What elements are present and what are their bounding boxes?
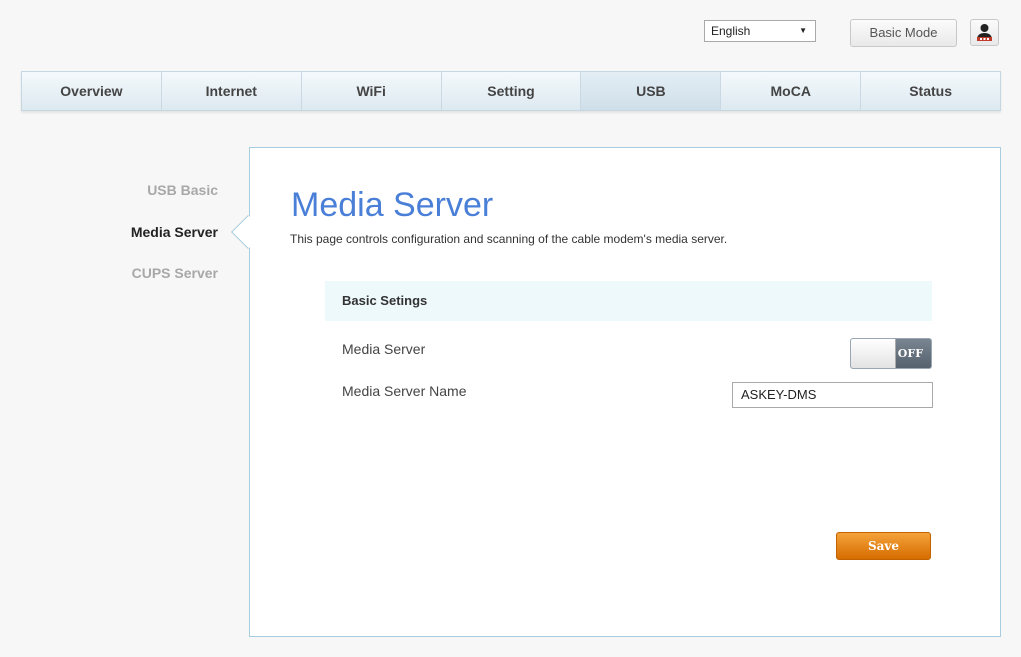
- media-server-label: Media Server: [342, 341, 426, 357]
- language-select[interactable]: English ▼: [704, 20, 816, 42]
- tab-setting[interactable]: Setting: [442, 72, 582, 110]
- user-icon: [977, 24, 992, 41]
- tab-wifi[interactable]: WiFi: [302, 72, 442, 110]
- media-server-name-label: Media Server Name: [342, 383, 467, 399]
- tab-internet[interactable]: Internet: [162, 72, 302, 110]
- tab-status[interactable]: Status: [861, 72, 1000, 110]
- toggle-state: OFF: [897, 347, 923, 360]
- media-server-toggle[interactable]: OFF: [850, 338, 932, 369]
- sidebar-item-usb-basic[interactable]: USB Basic: [147, 182, 218, 198]
- page-description: This page controls configuration and sca…: [290, 232, 728, 246]
- tab-overview[interactable]: Overview: [22, 72, 162, 110]
- main-nav: Overview Internet WiFi Setting USB MoCA …: [21, 71, 1001, 111]
- save-button[interactable]: Save: [836, 532, 931, 560]
- user-button[interactable]: [970, 19, 999, 46]
- page-title: Media Server: [291, 186, 494, 224]
- sidebar-item-media-server[interactable]: Media Server: [131, 224, 218, 240]
- dropdown-arrow-icon: ▼: [799, 26, 807, 35]
- tab-usb[interactable]: USB: [581, 72, 722, 110]
- media-server-name-input[interactable]: ASKEY-DMS: [732, 382, 933, 408]
- tab-moca[interactable]: MoCA: [721, 72, 862, 110]
- language-value: English: [711, 24, 751, 38]
- section-header: Basic Setings: [325, 281, 932, 321]
- toggle-knob: [851, 339, 896, 368]
- basic-mode-button[interactable]: Basic Mode: [850, 19, 957, 47]
- sidebar-item-cups-server[interactable]: CUPS Server: [132, 265, 218, 281]
